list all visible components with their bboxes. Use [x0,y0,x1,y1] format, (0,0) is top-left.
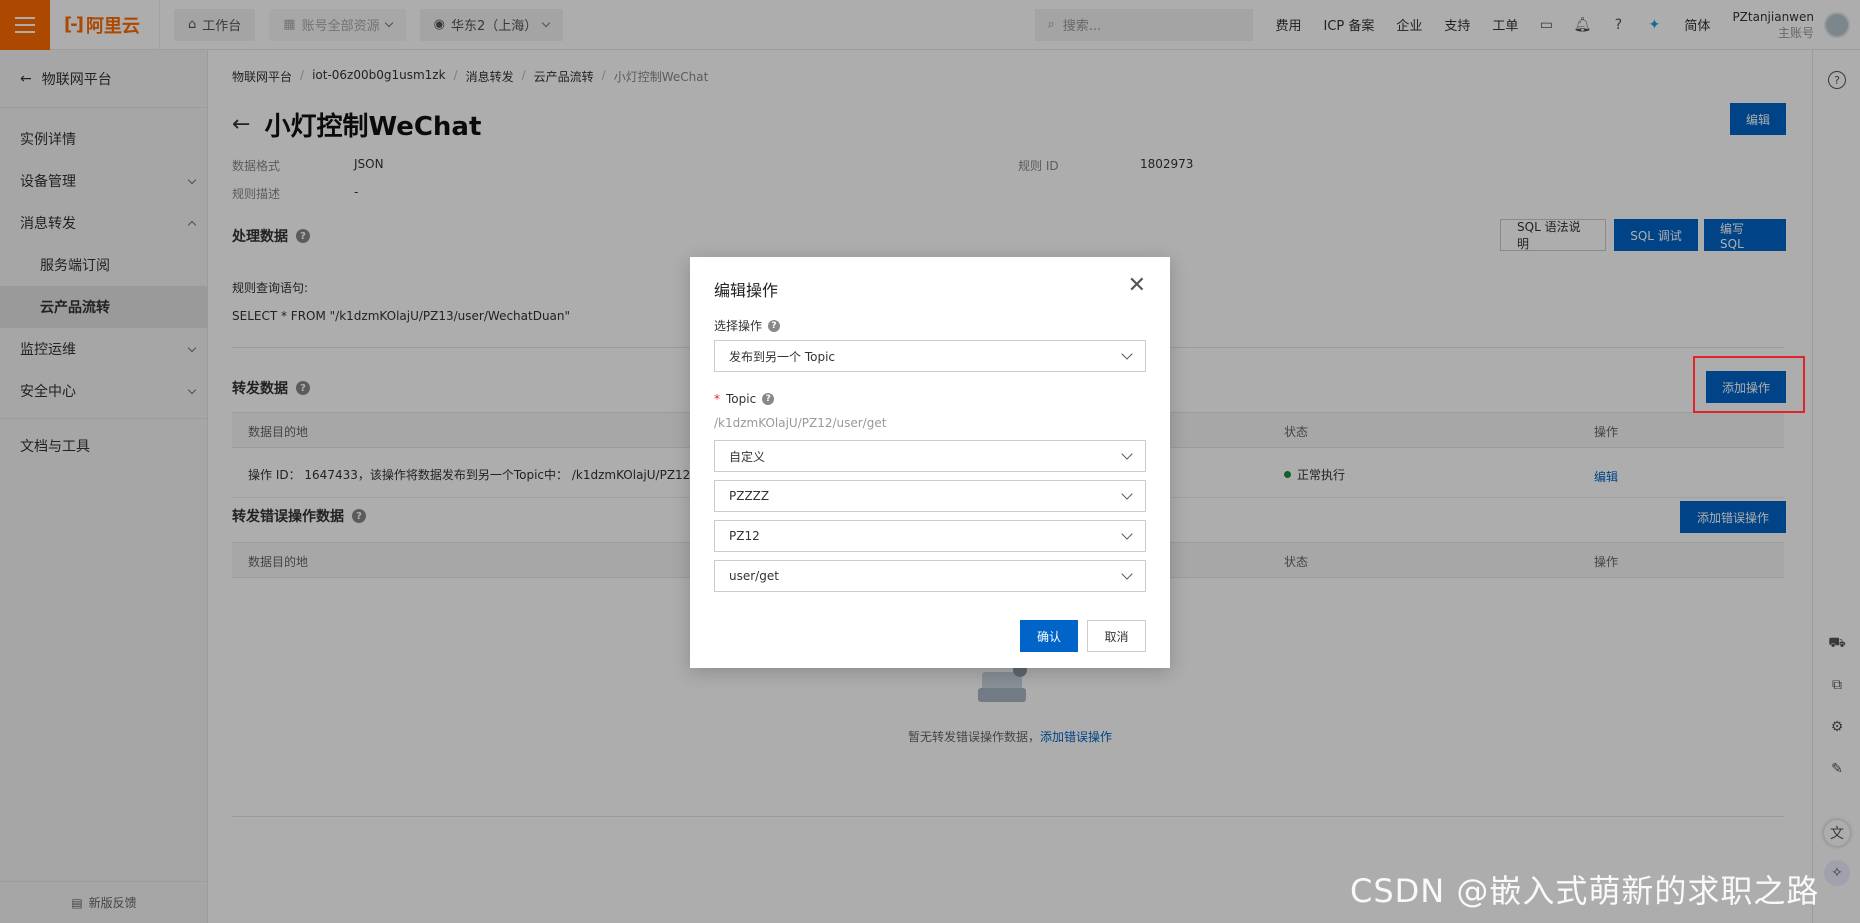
watermark: CSDN @嵌入式萌新的求职之路 [1350,872,1820,910]
edit-action-dialog: 编辑操作 ✕ 选择操作? 发布到另一个 Topic * Topic? /k1dzm… [690,257,1170,668]
topic-label: * Topic? [714,392,775,406]
select-value: PZ12 [729,529,760,543]
select-value: 自定义 [729,449,766,464]
product-select[interactable]: PZZZZ [714,480,1146,512]
chevron-down-icon [1121,488,1133,500]
device-select[interactable]: PZ12 [714,520,1146,552]
highlight-annotation [1693,356,1805,413]
help-icon[interactable]: ? [768,319,781,332]
field-label: 选择操作 [714,319,763,333]
dialog-title: 编辑操作 [714,281,779,300]
select-value: PZZZZ [729,489,770,503]
topic-preview: /k1dzmKOlajU/PZ12/user/get [714,416,887,430]
close-icon[interactable]: ✕ [1128,275,1146,297]
required-mark: * [714,392,720,406]
chevron-down-icon [1121,568,1133,580]
field-label: Topic [726,392,757,406]
help-icon[interactable]: ? [762,393,775,405]
topic-type-select[interactable]: 自定义 [714,440,1146,472]
chevron-down-icon [1121,348,1133,360]
select-op-label: 选择操作? [714,317,781,334]
chevron-down-icon [1121,448,1133,460]
operation-select[interactable]: 发布到另一个 Topic [714,340,1146,372]
topic-path-select[interactable]: user/get [714,560,1146,592]
select-value: 发布到另一个 Topic [729,349,835,364]
chevron-down-icon [1121,528,1133,540]
confirm-button[interactable]: 确认 [1020,620,1078,652]
cancel-button[interactable]: 取消 [1087,620,1146,652]
select-value: user/get [729,569,779,583]
